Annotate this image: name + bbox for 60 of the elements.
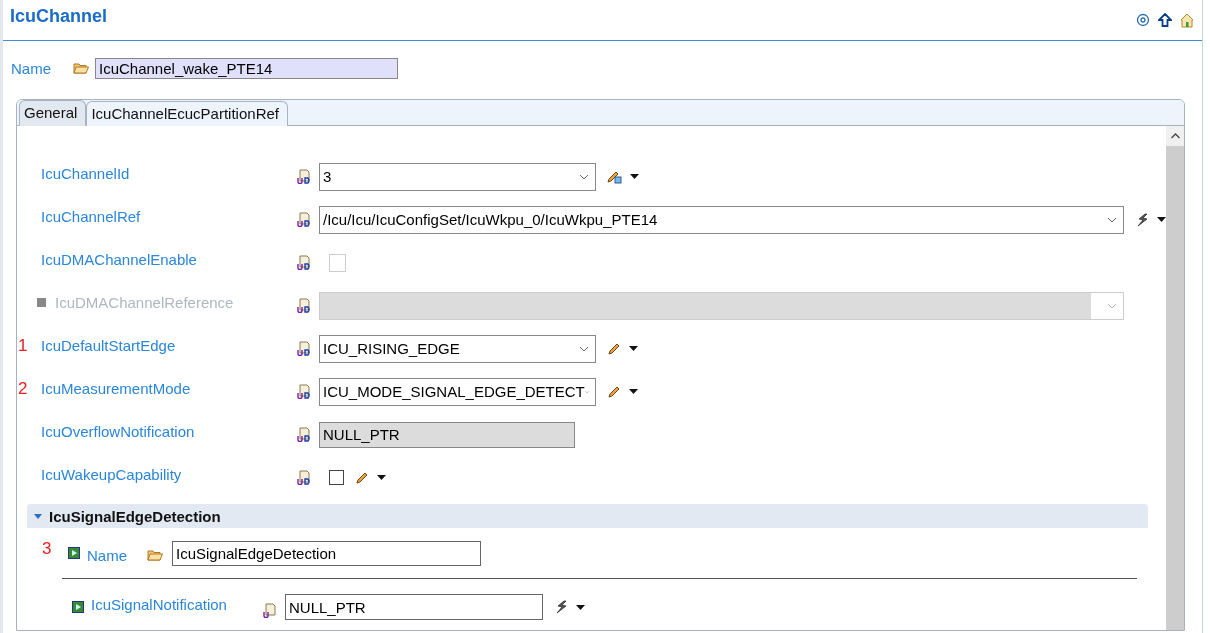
- document-icon: [297, 212, 311, 227]
- home-icon[interactable]: [1180, 12, 1194, 28]
- document-icon: [263, 602, 277, 618]
- caret-icon[interactable]: [377, 475, 386, 480]
- document-icon: [297, 255, 311, 270]
- document-icon: [297, 384, 311, 399]
- caret-icon[interactable]: [576, 604, 585, 610]
- caret-icon[interactable]: [629, 346, 638, 351]
- parameter-label: IcuDefaultStartEdge: [41, 337, 176, 354]
- dropdown-field[interactable]: 3: [319, 162, 596, 191]
- pencil-icon[interactable]: [607, 341, 621, 356]
- checkbox[interactable]: [329, 470, 344, 485]
- caret-icon[interactable]: [629, 389, 638, 394]
- name-label: Name: [87, 546, 128, 564]
- document-icon: [297, 169, 311, 184]
- document-icon: [297, 341, 311, 356]
- name-field[interactable]: IcuChannel_wake_PTE14: [95, 57, 398, 79]
- chevron-icon[interactable]: [579, 345, 589, 352]
- dropdown-field[interactable]: ICU_MODE_SIGNAL_EDGE_DETECT: [319, 377, 596, 406]
- parameter-label: IcuOverflowNotification: [41, 423, 195, 440]
- annotation-number: 3: [42, 539, 52, 559]
- tab[interactable]: General: [19, 100, 87, 126]
- document-icon: [297, 298, 311, 313]
- folder-icon: [73, 62, 89, 74]
- dropdown-field[interactable]: /Icu/Icu/IcuConfigSet/IcuWkpu_0/IcuWkpu_PTE14: [319, 205, 1124, 234]
- play-square-icon: [72, 601, 84, 613]
- caret-icon[interactable]: [1157, 217, 1166, 222]
- parameter-label: IcuMeasurementMode: [41, 380, 191, 397]
- pencil-icon[interactable]: [355, 470, 369, 485]
- parameter-label: IcuDMAChannelReference: [55, 294, 234, 311]
- scrollbar[interactable]: [1166, 126, 1184, 630]
- folder-icon: [147, 549, 163, 563]
- document-icon: [297, 427, 311, 442]
- dropdown-field[interactable]: ICU_RISING_EDGE: [319, 334, 596, 363]
- name-label: Name: [11, 59, 52, 77]
- tab[interactable]: IcuChannelEcucPartitionRef: [86, 101, 288, 126]
- editor-title: IcuChannel: [10, 5, 107, 27]
- up-chevron-icon[interactable]: [1166, 126, 1184, 146]
- name-field[interactable]: IcuSignalEdgeDetection: [172, 540, 481, 566]
- parameter-label: IcuSignalNotification: [91, 595, 228, 613]
- section-header[interactable]: IcuSignalEdgeDetection: [27, 504, 1148, 528]
- lightning-icon[interactable]: [1135, 212, 1149, 227]
- up-arrow-icon[interactable]: [1158, 13, 1172, 27]
- chevron-icon[interactable]: [579, 173, 589, 180]
- parameter-label: IcuChannelId: [41, 165, 130, 182]
- parameter-label: IcuWakeupCapability: [41, 466, 182, 483]
- text-field[interactable]: NULL_PTR: [285, 594, 543, 620]
- annotation-number: 1: [18, 335, 28, 356]
- play-square-icon: [68, 547, 80, 559]
- parameter-label: IcuDMAChannelEnable: [41, 251, 197, 268]
- parameter-label: IcuChannelRef: [41, 208, 141, 225]
- lightning-icon[interactable]: [554, 600, 568, 614]
- annotation-number: 2: [18, 378, 28, 399]
- document-icon: [297, 470, 311, 485]
- triangle-icon[interactable]: [34, 513, 42, 519]
- caret-icon[interactable]: [630, 174, 639, 179]
- chevron-icon[interactable]: [1107, 216, 1117, 223]
- pencil-calculator-icon[interactable]: [607, 169, 622, 184]
- square-icon: [37, 298, 46, 307]
- pencil-icon[interactable]: [607, 384, 621, 399]
